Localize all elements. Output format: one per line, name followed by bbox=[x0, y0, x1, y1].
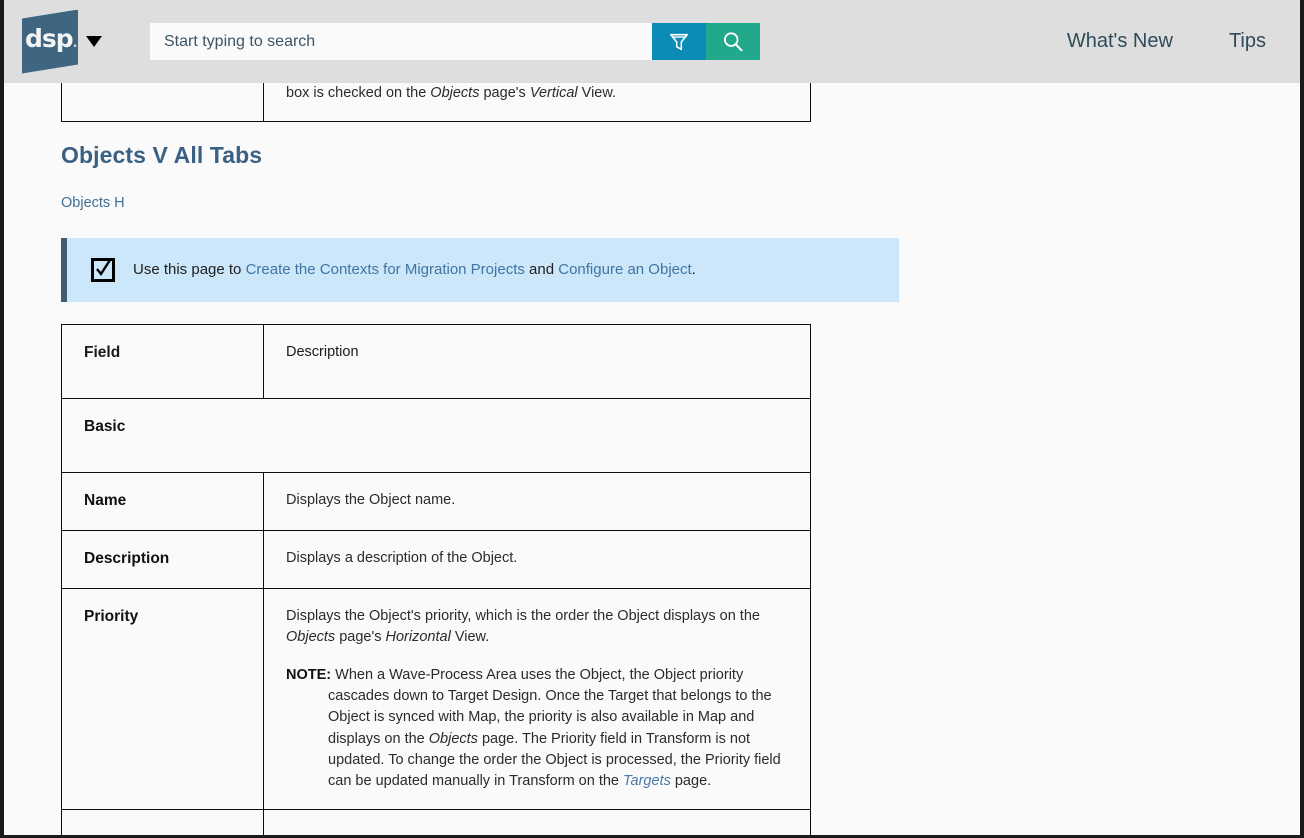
table-row bbox=[61, 809, 811, 835]
priority-paragraph: Displays the Object's priority, which is… bbox=[286, 606, 788, 649]
search-bar bbox=[150, 23, 760, 60]
vertical-italic: Vertical bbox=[529, 84, 578, 101]
field-description-priority: Displays the Object's priority, which is… bbox=[263, 587, 811, 811]
field-description-description: Displays a description of the Object. bbox=[263, 529, 811, 589]
text-segment: page's bbox=[335, 629, 386, 646]
objects-italic: Objects bbox=[428, 730, 478, 747]
column-header-field: Field bbox=[61, 323, 264, 399]
history-field-label: History bbox=[61, 83, 264, 122]
objects-italic: Objects bbox=[430, 84, 480, 101]
history-description-text: Click to open the Object History page, t… bbox=[286, 83, 788, 104]
dsp-logo-mark: dsp. bbox=[18, 8, 80, 76]
info-callout: Use this page to Create the Contexts for… bbox=[61, 237, 899, 302]
field-label-priority: Priority bbox=[61, 587, 264, 811]
search-input[interactable] bbox=[150, 23, 652, 60]
column-header-description: Description bbox=[263, 323, 811, 399]
table-row: Priority Displays the Object's priority,… bbox=[61, 587, 811, 811]
table-row: Name Displays the Object name. bbox=[61, 471, 811, 531]
field-description-partial bbox=[263, 809, 811, 835]
chevron-down-icon[interactable] bbox=[86, 36, 102, 47]
text-segment: Displays the Object's priority, which is… bbox=[286, 607, 760, 624]
filter-button[interactable] bbox=[652, 23, 706, 60]
history-description-cell: Click to open the Object History page, t… bbox=[263, 83, 811, 122]
targets-link[interactable]: Targets bbox=[623, 773, 671, 789]
field-description-name: Displays the Object name. bbox=[263, 471, 811, 531]
text-segment: and bbox=[524, 261, 559, 279]
history-table: History Click to open the Object History… bbox=[61, 83, 811, 122]
filter-funnel-icon bbox=[669, 33, 689, 50]
logo-registered-mark: . bbox=[72, 35, 78, 51]
field-label-partial bbox=[61, 809, 264, 835]
create-contexts-link[interactable]: Create the Contexts for Migration Projec… bbox=[246, 261, 525, 278]
logo-word: dsp bbox=[25, 23, 74, 53]
field-description-table: Field Description Basic Name Displays th… bbox=[61, 323, 811, 835]
field-label-name: Name bbox=[61, 471, 264, 531]
field-label-description: Description bbox=[61, 529, 264, 589]
text-segment: . bbox=[691, 261, 696, 279]
objects-italic: Objects bbox=[286, 629, 336, 646]
table-row: Description Displays a description of th… bbox=[61, 529, 811, 589]
logo-text: dsp. bbox=[25, 23, 78, 53]
text-segment: Use this page to bbox=[133, 261, 246, 279]
note-label: NOTE: bbox=[286, 666, 332, 683]
priority-note-paragraph: NOTE: When a Wave-Process Area uses the … bbox=[286, 665, 788, 793]
section-label-basic: Basic bbox=[61, 397, 811, 473]
brand-logo[interactable]: dsp. bbox=[18, 0, 102, 83]
checkbox-checked-icon bbox=[91, 257, 115, 282]
table-row: History Click to open the Object History… bbox=[61, 83, 811, 122]
configure-object-link[interactable]: Configure an Object bbox=[558, 261, 691, 278]
search-button[interactable] bbox=[706, 23, 760, 60]
text-segment: page. bbox=[670, 773, 712, 790]
horizontal-italic: Horizontal bbox=[385, 629, 451, 646]
header-nav: What's New Tips bbox=[1067, 30, 1300, 53]
callout-text: Use this page to Create the Contexts for… bbox=[133, 259, 696, 280]
magnifier-search-icon bbox=[723, 31, 743, 51]
app-header: dsp. What's New Tips bbox=[4, 0, 1300, 83]
content-inner: History Click to open the Object History… bbox=[4, 83, 1300, 835]
nav-link-tips[interactable]: Tips bbox=[1229, 30, 1266, 53]
nav-link-whats-new[interactable]: What's New bbox=[1067, 30, 1173, 53]
app-window: dsp. What's New Tips bbox=[0, 0, 1304, 838]
table-row-section: Basic bbox=[61, 397, 811, 473]
table-header-row: Field Description bbox=[61, 323, 811, 399]
text-segment: View. bbox=[577, 84, 617, 101]
text-segment: View. bbox=[450, 629, 490, 646]
breadcrumb[interactable]: Objects H bbox=[61, 195, 1300, 211]
content-area: History Click to open the Object History… bbox=[4, 83, 1300, 835]
page-title: Objects V All Tabs bbox=[61, 141, 263, 168]
text-segment: page's bbox=[479, 84, 530, 101]
